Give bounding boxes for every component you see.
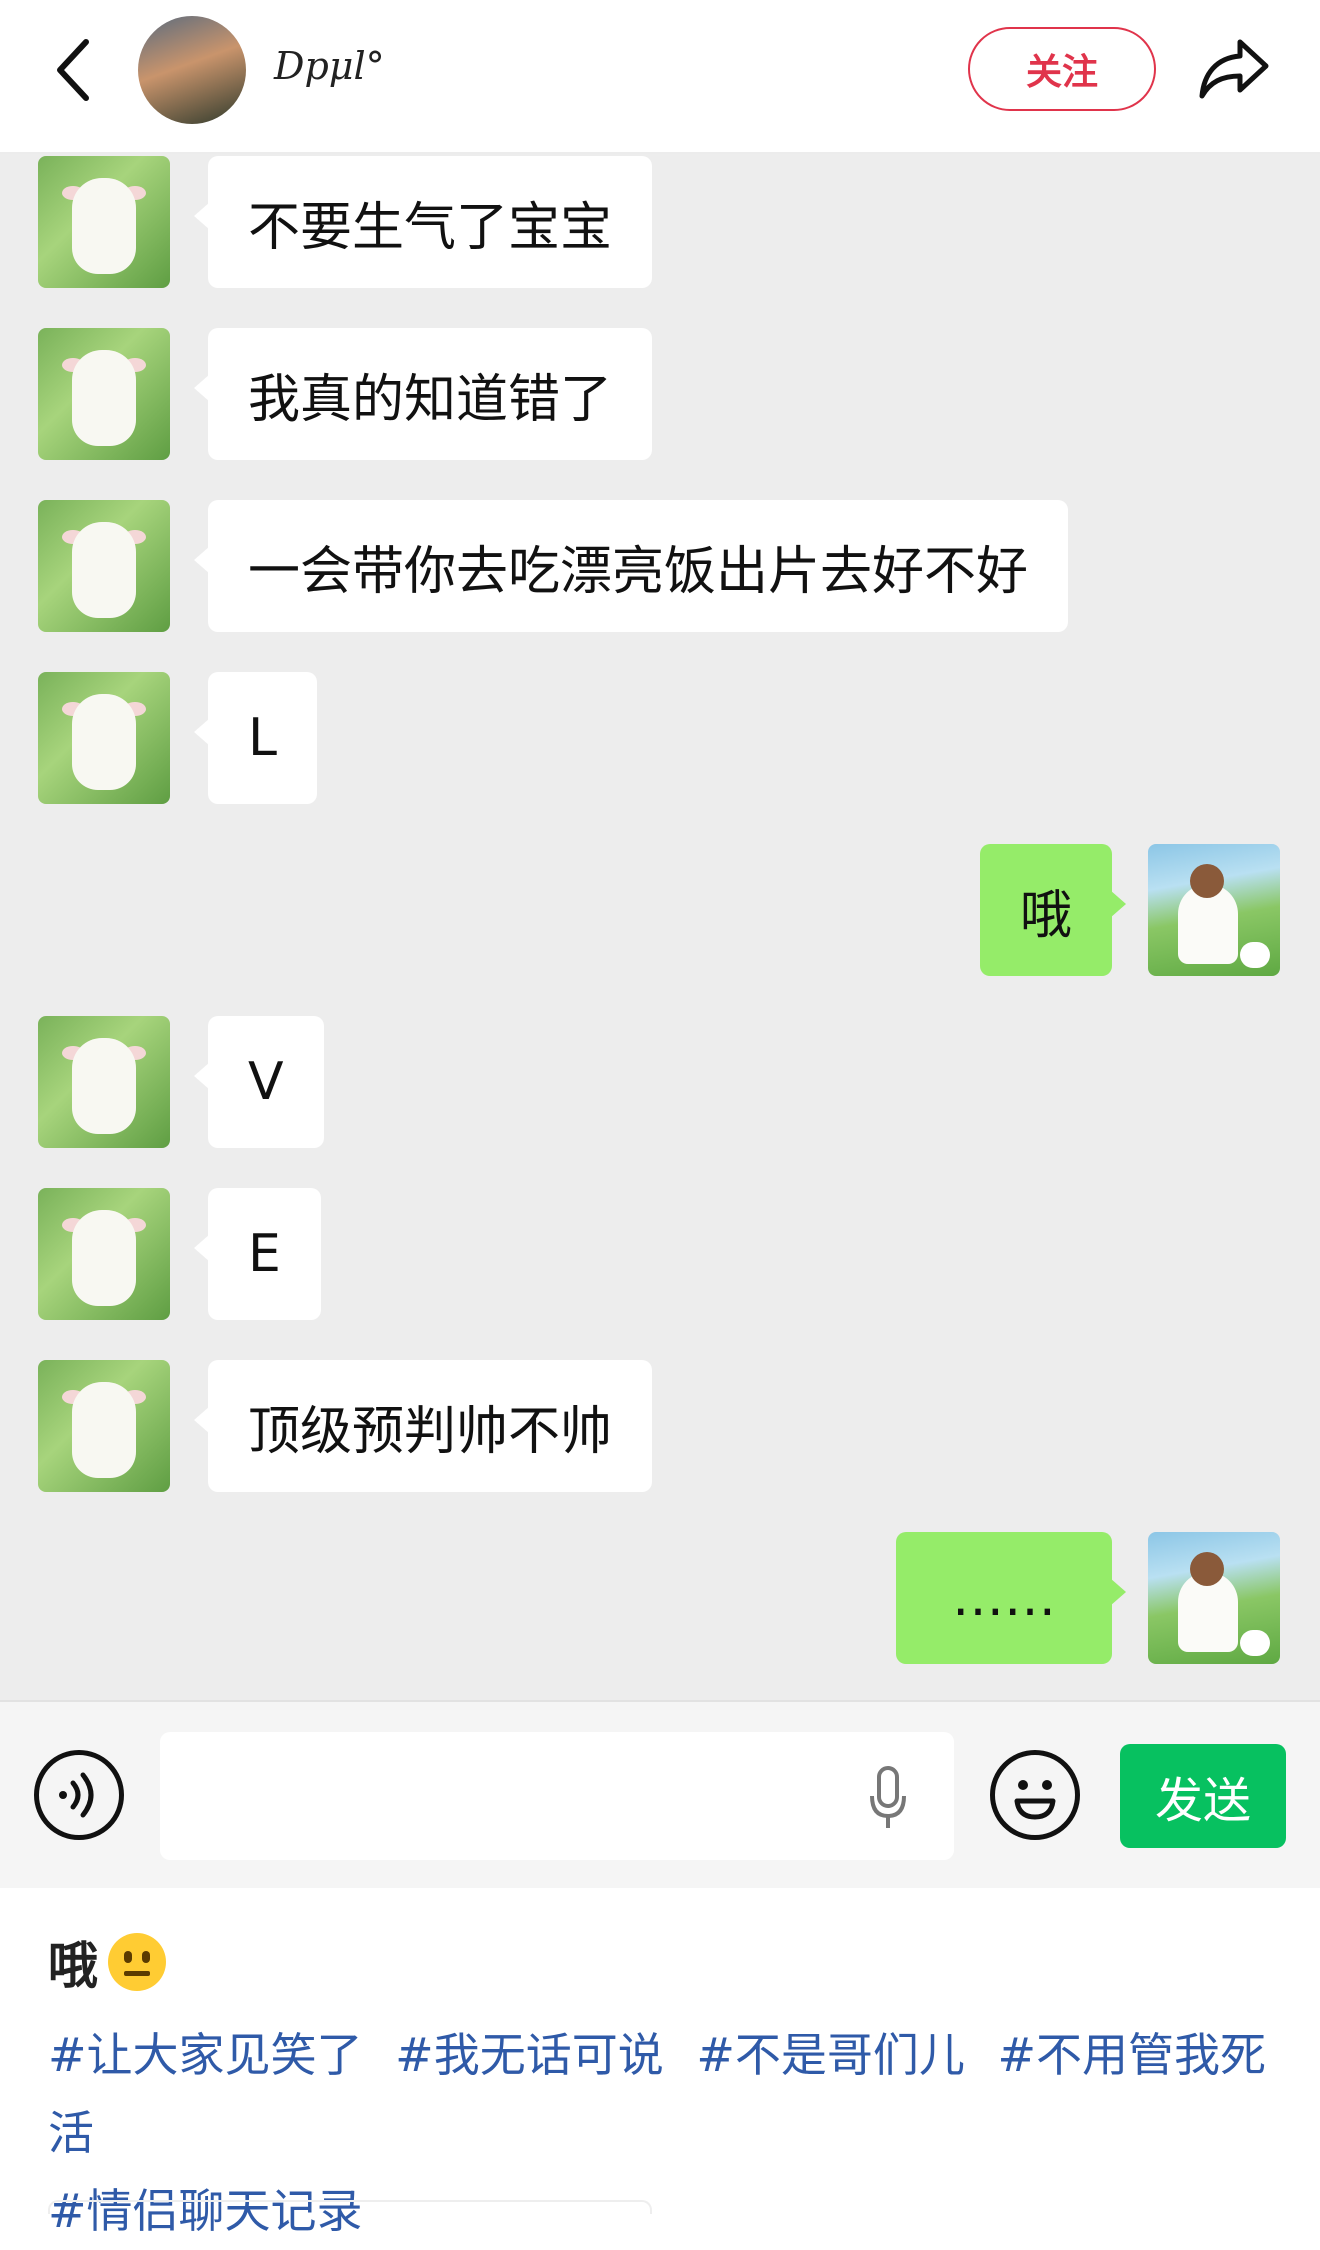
girl-avatar[interactable] (1148, 1532, 1280, 1664)
input-bar: 发送 (0, 1700, 1320, 1888)
hashtag-link[interactable]: #我无话可说 (395, 2028, 664, 2082)
sheep-avatar[interactable] (38, 672, 170, 804)
microphone-icon[interactable] (868, 1766, 908, 1832)
avatar[interactable] (138, 16, 246, 124)
message-bubble[interactable]: E (194, 1188, 321, 1320)
username[interactable]: Dpμl° (274, 44, 385, 88)
hashtag-link[interactable]: #让大家见笑了 (48, 2028, 363, 2082)
message-bubble[interactable]: …… (896, 1532, 1126, 1664)
message-bubble[interactable]: 我真的知道错了 (193, 328, 653, 460)
message-bubble[interactable]: 哦 (979, 844, 1127, 976)
post-caption: 哦 #让大家见笑了 #我无话可说 #不是哥们儿 #不用管我死活 #情侣聊天记录 (0, 1888, 1320, 2238)
post-title: 哦 (48, 1937, 98, 1995)
follow-button[interactable]: 关注 (968, 27, 1156, 111)
sheep-avatar[interactable] (38, 500, 170, 632)
message-input[interactable] (160, 1732, 954, 1860)
sheep-avatar[interactable] (38, 1188, 170, 1320)
send-button[interactable]: 发送 (1120, 1744, 1286, 1848)
message-bubble[interactable]: 不要生气了宝宝 (193, 156, 653, 288)
message-bubble[interactable]: V (194, 1016, 324, 1148)
sheep-avatar[interactable] (38, 328, 170, 460)
girl-avatar[interactable] (1148, 844, 1280, 976)
voice-icon[interactable] (34, 1750, 124, 1840)
chevron-left-icon[interactable] (44, 30, 104, 110)
tag-list: #让大家见笑了 #我无话可说 #不是哥们儿 #不用管我死活 #情侣聊天记录 (48, 2016, 1278, 2250)
smiley-icon[interactable] (990, 1750, 1080, 1840)
message-bubble[interactable]: L (194, 672, 317, 804)
sheep-avatar[interactable] (38, 156, 170, 288)
message-bubble[interactable]: 一会带你去吃漂亮饭出片去好不好 (193, 500, 1069, 632)
post-title-row: 哦 (48, 1926, 166, 1998)
sheep-avatar[interactable] (38, 1360, 170, 1492)
message-bubble[interactable]: 顶级预判帅不帅 (193, 1360, 653, 1492)
sheep-avatar[interactable] (38, 1016, 170, 1148)
top-bar: Dpμl° 关注 (0, 0, 1320, 154)
share-arrow-icon[interactable] (1194, 34, 1274, 104)
chat-area[interactable]: 不要生气了宝宝 我真的知道错了 一会带你去吃漂亮饭出片去好不好 L 哦 V E … (0, 154, 1320, 1700)
hashtag-link[interactable]: #不是哥们儿 (696, 2028, 965, 2082)
neutral-face-emoji (108, 1933, 166, 1991)
